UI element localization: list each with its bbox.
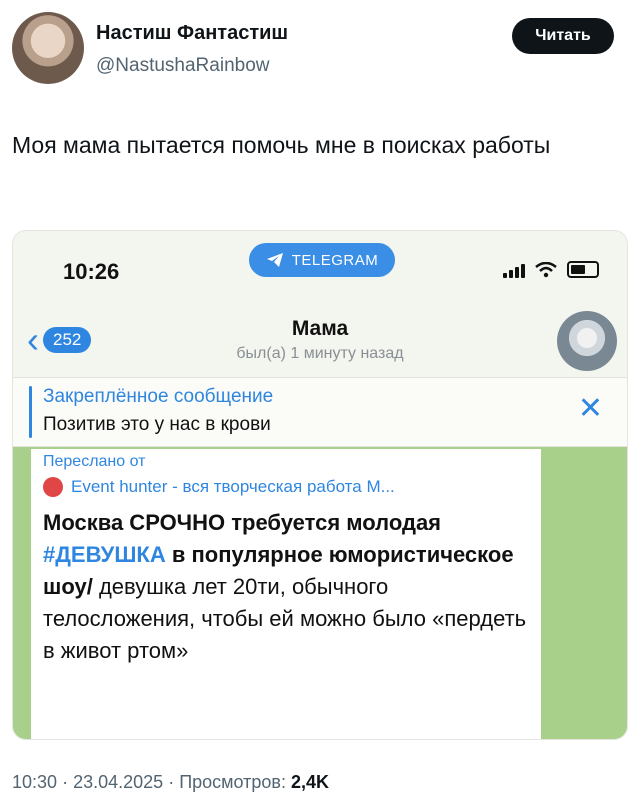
pinned-indicator-bar	[29, 386, 32, 438]
forwarded-label: Переслано от	[43, 453, 146, 470]
signal-icon	[503, 264, 525, 278]
attached-screenshot[interactable]: 10:26 TELEGRAM ‹ 252 Мама был(а) 1 минут…	[12, 230, 628, 740]
author-handle[interactable]: @NastushaRainbow	[96, 55, 270, 77]
telegram-pill-label: TELEGRAM	[291, 251, 379, 269]
meta-separator: ·	[62, 772, 69, 792]
tweet-text: Моя мама пытается помочь мне в поисках р…	[12, 132, 551, 158]
tweet-date[interactable]: 23.04.2025	[73, 772, 163, 792]
message-hashtag[interactable]: #ДЕВУШКА	[43, 542, 166, 567]
meta-separator: ·	[168, 772, 175, 792]
author-avatar[interactable]	[12, 12, 84, 84]
status-time: 10:26	[63, 259, 120, 284]
pinned-title: Закреплённое сообщение	[43, 386, 274, 407]
chat-title[interactable]: Мама	[13, 317, 627, 341]
status-icons	[503, 261, 599, 278]
message-body: девушка лет 20ти, обычного телосложения,…	[43, 574, 527, 663]
forwarded-source-name: Event hunter - вся творческая работа М..…	[71, 477, 395, 496]
tweet-meta: 10:30 · 23.04.2025 · Просмотров: 2,4K	[12, 772, 329, 793]
follow-button[interactable]: Читать	[512, 18, 614, 54]
channel-avatar-icon	[43, 477, 63, 497]
tweet-time[interactable]: 10:30	[12, 772, 57, 792]
forwarded-source[interactable]: Event hunter - вся творческая работа М..…	[43, 477, 395, 497]
chat-status: был(а) 1 минуту назад	[236, 345, 404, 362]
views-label: Просмотров:	[179, 772, 286, 792]
close-icon[interactable]: ✕	[578, 394, 603, 424]
pinned-text: Позитив это у нас в крови	[43, 414, 271, 435]
chat-avatar[interactable]	[557, 311, 617, 371]
wifi-icon	[535, 262, 557, 278]
pinned-message[interactable]: Закреплённое сообщение Позитив это у нас…	[13, 377, 627, 447]
message-bold: Москва СРОЧНО требуется молодая	[43, 510, 442, 535]
author-name[interactable]: Настиш Фантастиш	[96, 22, 288, 45]
battery-icon	[567, 261, 599, 278]
message-text: Москва СРОЧНО требуется молодая #ДЕВУШКА…	[43, 507, 533, 667]
telegram-pill: TELEGRAM	[249, 243, 395, 277]
telegram-plane-icon	[266, 253, 283, 267]
views-count: 2,4K	[291, 772, 330, 792]
